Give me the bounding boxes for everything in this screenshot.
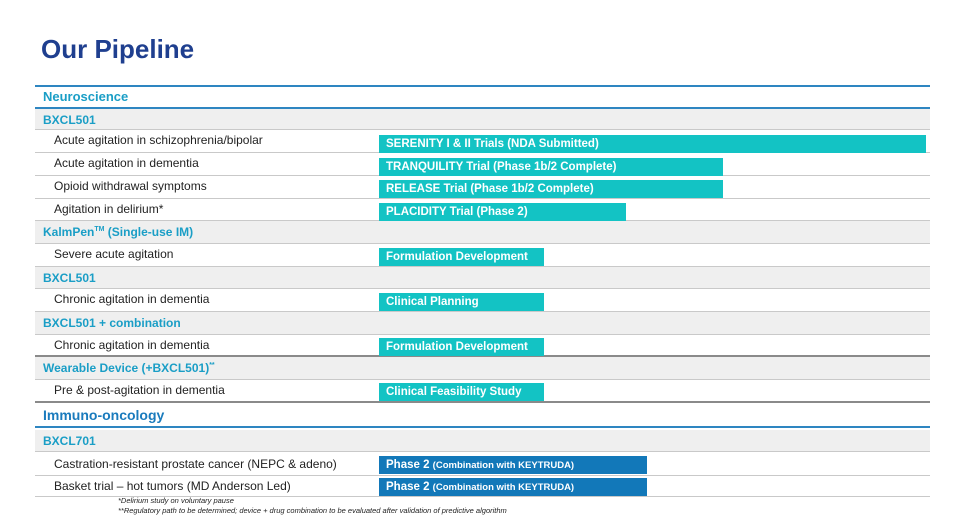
indication-label: Opioid withdrawal symptoms <box>54 179 207 193</box>
indication-label: Chronic agitation in dementia <box>54 338 210 352</box>
group-bxcl501-chronic: BXCL501 <box>35 267 930 289</box>
indication-label: Basket trial – hot tumors (MD Anderson L… <box>54 479 291 493</box>
bar-tranquility: TRANQUILITY Trial (Phase 1b/2 Complete) <box>379 158 723 176</box>
bar-serenity: SERENITY I & II Trials (NDA Submitted) <box>379 135 926 153</box>
group-bxcl501-combination: BXCL501 + combination <box>35 312 930 335</box>
bar-release: RELEASE Trial (Phase 1b/2 Complete) <box>379 180 723 198</box>
bar-formulation-combination: Formulation Development <box>379 338 544 356</box>
group-label: BXCL501 <box>43 271 96 285</box>
bar-placidity: PLACIDITY Trial (Phase 2) <box>379 203 626 221</box>
section-label: Immuno-oncology <box>43 407 165 423</box>
page-title: Our Pipeline <box>41 34 195 64</box>
bar-phase2-prostate: Phase 2 (Combination with KEYTRUDA) <box>379 456 647 474</box>
indication-label: Severe acute agitation <box>54 247 174 261</box>
group-bxcl701: BXCL701 <box>35 430 930 452</box>
group-wearable-device: Wearable Device (+BXCL501)** <box>35 357 930 380</box>
group-label: BXCL501 <box>43 113 96 127</box>
section-neuroscience: Neuroscience <box>35 85 930 107</box>
indication-label: Acute agitation in schizophrenia/bipolar <box>54 133 263 147</box>
bar-clinical-feasibility: Clinical Feasibility Study <box>379 383 544 401</box>
bar-clinical-planning: Clinical Planning <box>379 293 544 311</box>
group-kalmpen: KalmPenTM (Single-use IM) <box>35 221 930 244</box>
group-label: BXCL701 <box>43 434 96 448</box>
indication-label: Agitation in delirium* <box>54 202 164 216</box>
footnote-regulatory: **Regulatory path to be determined; devi… <box>118 506 507 515</box>
group-label: KalmPenTM (Single-use IM) <box>43 225 194 239</box>
indication-label: Castration-resistant prostate cancer (NE… <box>54 457 337 471</box>
group-label: Wearable Device (+BXCL501)** <box>43 361 215 375</box>
section-immuno-oncology: Immuno-oncology <box>35 405 930 428</box>
indication-label: Pre & post-agitation in dementia <box>54 383 225 397</box>
group-bxcl501: BXCL501 <box>35 107 930 130</box>
bar-phase2-basket: Phase 2 (Combination with KEYTRUDA) <box>379 478 647 496</box>
group-label: BXCL501 + combination <box>43 316 181 330</box>
indication-label: Chronic agitation in dementia <box>54 292 210 306</box>
bar-formulation-kalmpen: Formulation Development <box>379 248 544 266</box>
indication-label: Acute agitation in dementia <box>54 156 199 170</box>
footnote-delirium: *Delirium study on voluntary pause <box>118 496 234 505</box>
section-label: Neuroscience <box>43 89 129 104</box>
